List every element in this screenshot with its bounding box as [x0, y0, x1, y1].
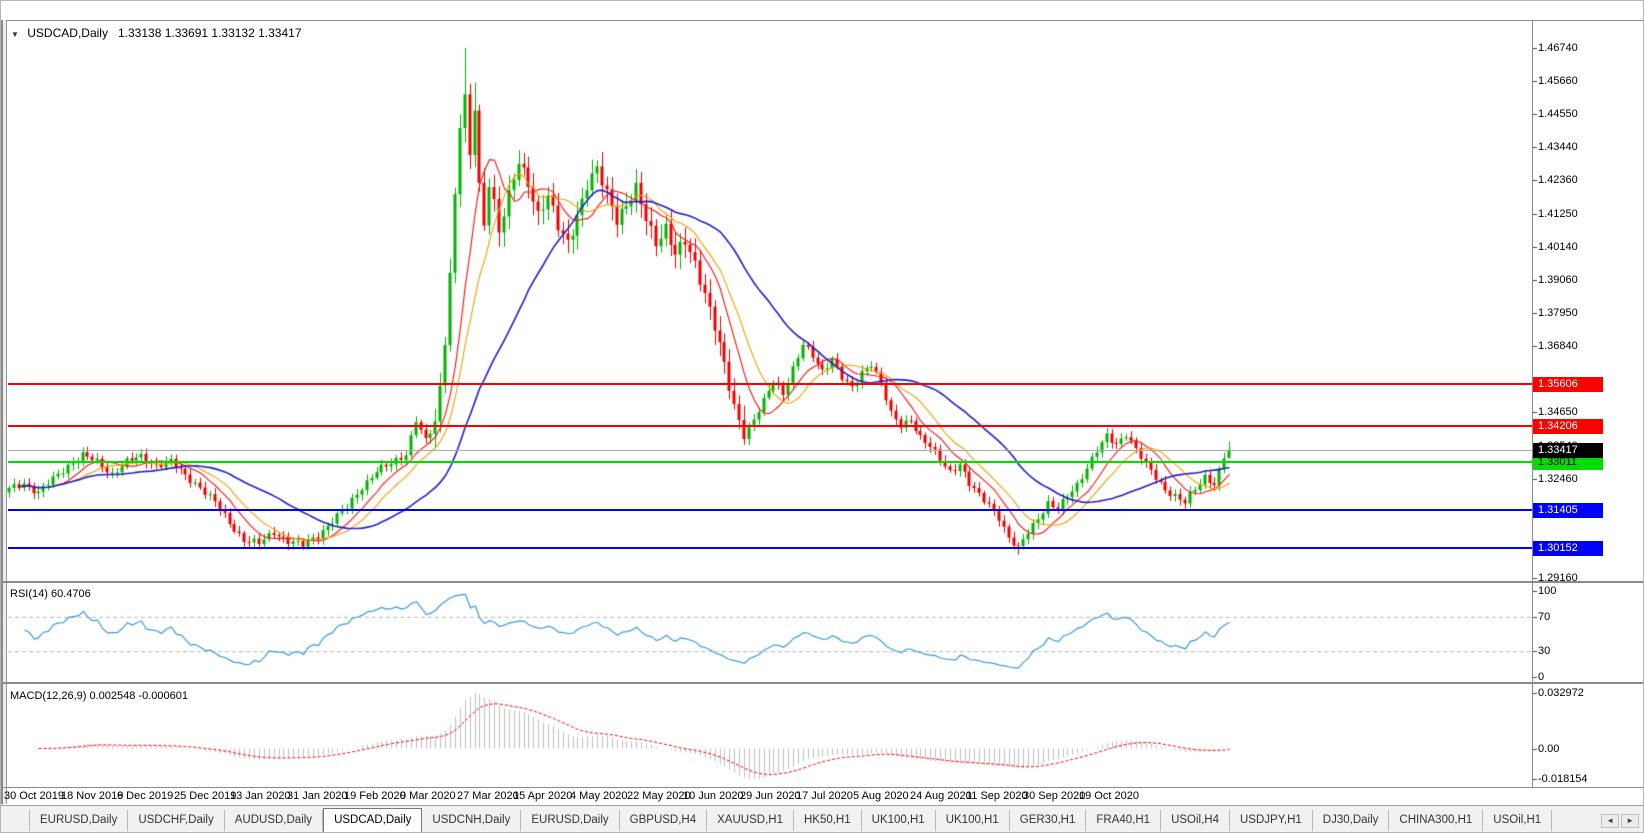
support-line[interactable]: [8, 461, 1532, 463]
tab-usdjpy-h1[interactable]: USDJPY,H1: [1230, 810, 1313, 831]
chart-collapse-icon[interactable]: ▼: [11, 30, 19, 39]
time-axis-drag-zone[interactable]: [8, 788, 1532, 804]
tab-usoil-h4[interactable]: USOil,H4: [1161, 810, 1230, 831]
tab-usdchf-daily[interactable]: USDCHF,Daily: [128, 810, 224, 831]
tab-uk100-h1[interactable]: UK100,H1: [862, 810, 936, 831]
tab-usdcad-daily[interactable]: USDCAD,Daily: [323, 808, 422, 833]
chart-window-top-border: [1, 20, 1644, 21]
price-axis-drag-zone[interactable]: [1533, 20, 1644, 788]
trading-terminal-window: ▼ M1M5M15M30H1H4D1W1MN ▼ USDCAD,Daily 1.…: [0, 0, 1644, 833]
chart-title: ▼ USDCAD,Daily 1.33138 1.33691 1.33132 1…: [11, 26, 302, 40]
chart-tabs: EURUSD,DailyUSDCHF,DailyAUDUSD,DailyUSDC…: [29, 808, 1552, 833]
price-chart-canvas[interactable]: [1, 1, 1644, 833]
chart-symbol-period: USDCAD,Daily: [27, 26, 108, 40]
tab-audusd-daily[interactable]: AUDUSD,Daily: [225, 810, 323, 831]
tab-china300-h1[interactable]: CHINA300,H1: [1389, 810, 1483, 831]
rsi-indicator-label: RSI(14) 60.4706: [10, 588, 91, 600]
current-price-line: [8, 450, 1532, 451]
chart-window-left-edge: [1, 20, 7, 804]
tab-ger30-h1[interactable]: GER30,H1: [1010, 810, 1087, 831]
resistance-line[interactable]: [8, 425, 1532, 427]
tab-dj30-daily[interactable]: DJ30,Daily: [1313, 810, 1390, 831]
macd-indicator-label: MACD(12,26,9) 0.002548 -0.000601: [10, 690, 188, 702]
tab-eurusd-daily[interactable]: EURUSD,Daily: [29, 810, 128, 831]
tab-usdcnh-daily[interactable]: USDCNH,Daily: [422, 810, 521, 831]
tab-eurusd-daily[interactable]: EURUSD,Daily: [521, 810, 619, 831]
main-rsi-panel-separator[interactable]: [1, 581, 1644, 583]
tab-scroll-right-icon[interactable]: ►: [1621, 814, 1639, 828]
tab-uk100-h1[interactable]: UK100,H1: [936, 810, 1010, 831]
tab-fra40-h1[interactable]: FRA40,H1: [1086, 810, 1161, 831]
rsi-macd-panel-separator[interactable]: [1, 682, 1644, 684]
support-line[interactable]: [8, 547, 1532, 549]
tab-gbpusd-h4[interactable]: GBPUSD,H4: [620, 810, 707, 831]
tab-xauusd-h1[interactable]: XAUUSD,H1: [707, 810, 794, 831]
tab-hk50-h1[interactable]: HK50,H1: [794, 810, 862, 831]
chart-ohlc-values: 1.33138 1.33691 1.33132 1.33417: [118, 26, 302, 40]
resistance-line[interactable]: [8, 383, 1532, 385]
tab-scroll-left-icon[interactable]: ◄: [1601, 814, 1619, 828]
support-line[interactable]: [8, 509, 1532, 511]
chart-tab-bar: EURUSD,DailyUSDCHF,DailyAUDUSD,DailyUSDC…: [1, 805, 1644, 833]
tab-usoil-h1[interactable]: USOil,H1: [1483, 810, 1552, 831]
